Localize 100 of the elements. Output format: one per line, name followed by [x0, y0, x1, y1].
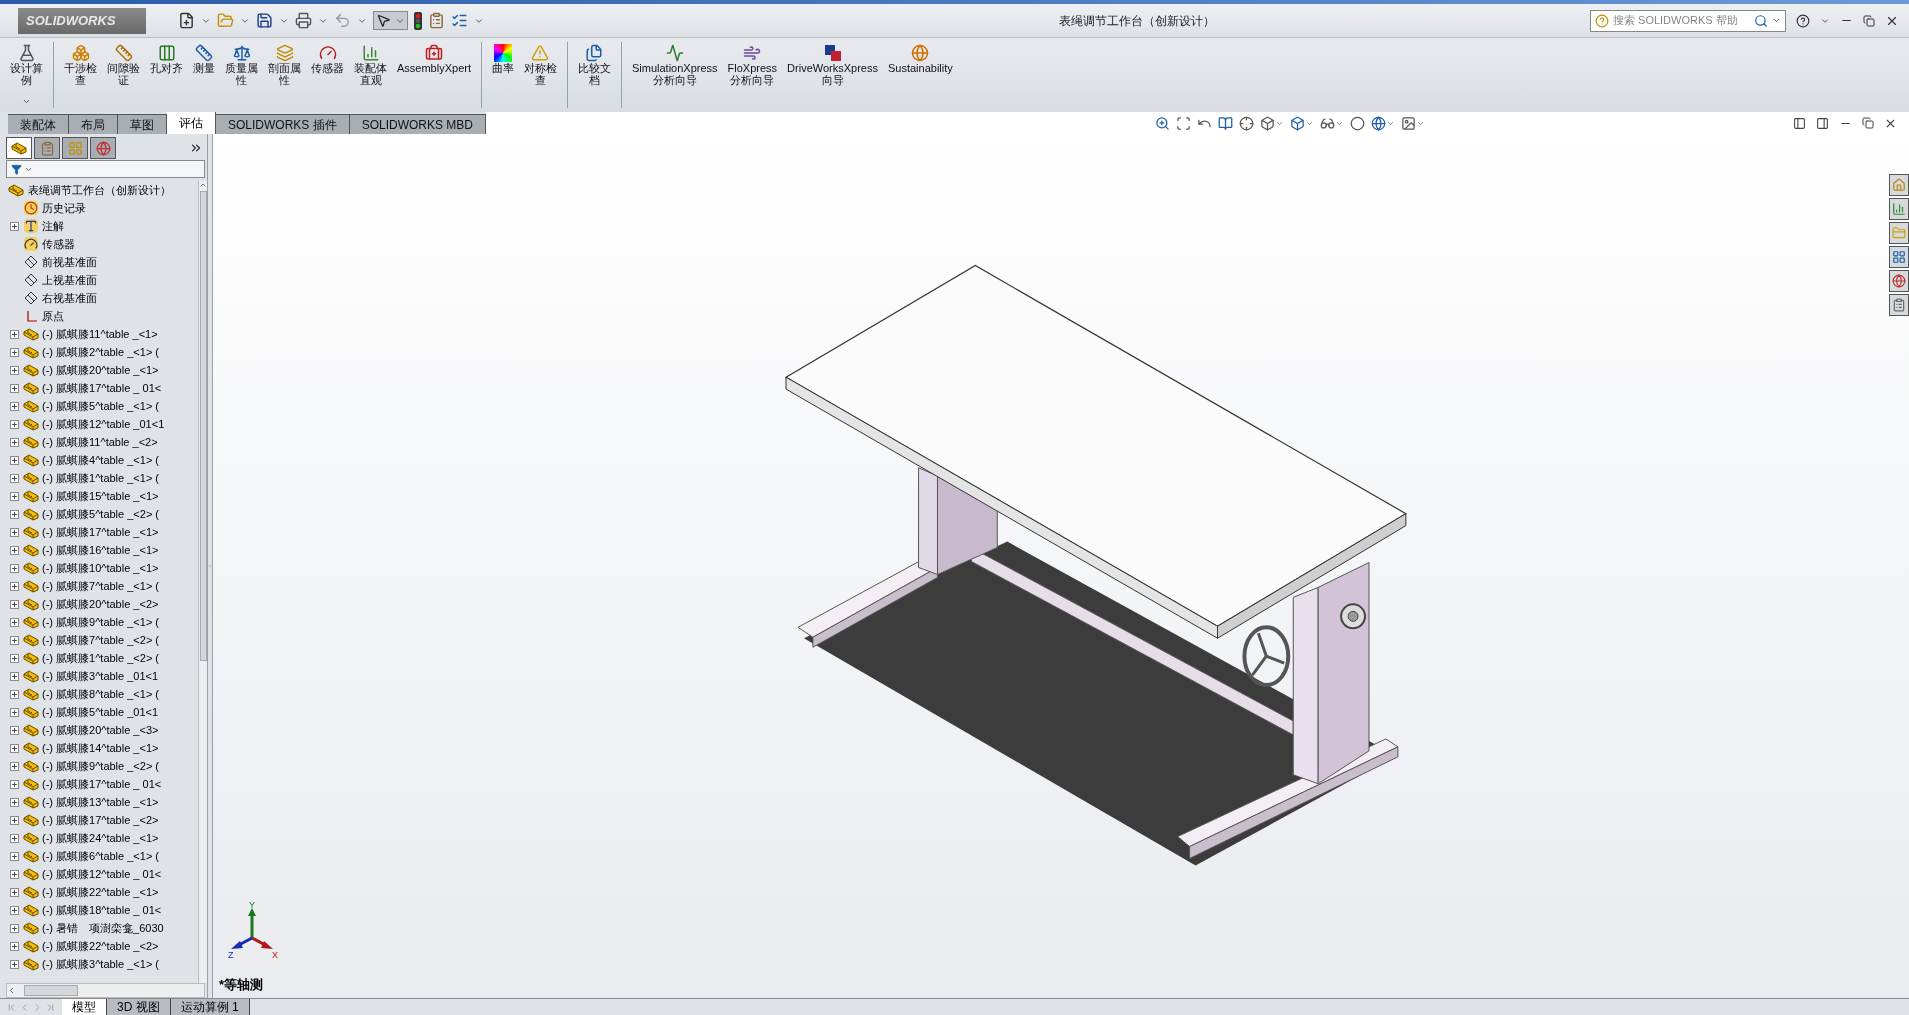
expand-toggle[interactable]	[9, 455, 19, 465]
expand-toggle[interactable]	[9, 851, 19, 861]
tab[interactable]: 模型	[62, 999, 107, 1015]
tree-item-label[interactable]: (-) 腻蜞膝5^table _01<1	[42, 703, 159, 721]
tree-item-label[interactable]: (-) 腻蜞膝17^table _<1>	[42, 523, 159, 541]
tree-item-label[interactable]: (-) 腻蜞膝8^table _<1> (	[42, 685, 160, 703]
tree-item-label[interactable]: (-) 腻蜞膝9^table _<2> (	[42, 757, 160, 775]
command-button[interactable]: AssemblyXpert	[393, 42, 475, 74]
panel-tab[interactable]	[6, 137, 32, 159]
cube-icon[interactable]	[1289, 115, 1305, 131]
expand-toggle[interactable]	[9, 563, 19, 573]
tree-item-label[interactable]: 右视基准面	[42, 289, 97, 307]
tree-item-label[interactable]: (-) 腻蜞膝3^table _01<1	[42, 667, 159, 685]
expand-toggle[interactable]	[9, 329, 19, 339]
expand-toggle[interactable]	[9, 869, 19, 879]
command-button[interactable]: 传感器	[307, 42, 348, 74]
command-button[interactable]: 剖面属 性	[264, 42, 305, 86]
tree-item-label[interactable]: (-) 腻蜞膝22^table _<1>	[42, 883, 159, 901]
tab[interactable]: 3D 视图	[107, 999, 171, 1015]
expand-toggle[interactable]	[9, 779, 19, 789]
expand-toggle[interactable]	[9, 509, 19, 519]
globe-icon[interactable]	[1370, 115, 1386, 131]
panel-tab[interactable]	[34, 137, 60, 159]
tree-item-label[interactable]: (-) 腻蜞膝1^table _<2> (	[42, 649, 160, 667]
book-icon[interactable]	[1217, 115, 1233, 131]
tree-item-label[interactable]: (-) 腻蜞膝6^table _<1> (	[42, 847, 160, 865]
expand-toggle[interactable]	[9, 419, 19, 429]
tree-item-label[interactable]: (-) 腻蜞膝12^table _01<1	[42, 415, 165, 433]
restore-icon[interactable]	[1862, 117, 1874, 129]
tree-item-label[interactable]: (-) 腻蜞膝18^table _ 01<	[42, 901, 162, 919]
tab[interactable]: SOLIDWORKS 插件	[216, 114, 350, 134]
traffic-light-icon[interactable]	[414, 11, 422, 30]
zoom-icon[interactable]	[1154, 115, 1170, 131]
tree-item-label[interactable]: (-) 腻蜞膝14^table _<1>	[42, 739, 159, 757]
expand-toggle[interactable]	[9, 545, 19, 555]
tree-item-label[interactable]: (-) 腻蜞膝20^table _<2>	[42, 595, 159, 613]
task-pane-tab[interactable]	[1889, 294, 1909, 316]
tab[interactable]: 运动算例 1	[170, 999, 250, 1015]
expand-toggle[interactable]	[9, 437, 19, 447]
tree-item-label[interactable]: (-) 腻蜞膝17^table _ 01<	[42, 775, 162, 793]
expand-toggle[interactable]	[9, 221, 19, 231]
expand-toggle[interactable]	[9, 761, 19, 771]
expand-toggle[interactable]	[9, 383, 19, 393]
cube-icon[interactable]	[1259, 115, 1275, 131]
expand-toggle[interactable]	[9, 581, 19, 591]
tree-item-label[interactable]: (-) 腻蜞膝11^table _<1>	[42, 325, 158, 343]
tree-item-label[interactable]: (-) 腻蜞膝12^table _ 01<	[42, 865, 162, 883]
command-button[interactable]: 对称检 查	[520, 42, 561, 86]
vertical-scrollbar[interactable]	[198, 181, 207, 983]
task-pane-tab[interactable]	[1889, 222, 1909, 244]
expand-panel-icon[interactable]	[189, 141, 203, 155]
horizontal-scrollbar[interactable]	[6, 983, 205, 998]
tree-item-label[interactable]: (-) 暑错 项澍栾龛_6030	[42, 919, 164, 937]
command-button[interactable]: 干涉检 查	[60, 42, 101, 86]
expand-toggle[interactable]	[9, 653, 19, 663]
tab[interactable]: 草图	[118, 114, 167, 134]
tree-item-label[interactable]: (-) 腻蜞膝9^table _<1> (	[42, 613, 160, 631]
expand-toggle[interactable]	[9, 941, 19, 951]
crosshair-icon[interactable]	[1238, 115, 1254, 131]
tree-item-label[interactable]: 传感器	[42, 235, 75, 253]
tree-item-label[interactable]: (-) 腻蜞膝20^table _<3>	[42, 721, 159, 739]
tree-item-label[interactable]: (-) 腻蜞膝11^table _<2>	[42, 433, 158, 451]
expand-toggle[interactable]	[9, 617, 19, 627]
panel-tab[interactable]	[90, 137, 116, 159]
tree-item-label[interactable]: (-) 腻蜞膝5^table _<2> (	[42, 505, 160, 523]
tree-item-label[interactable]: (-) 腻蜞膝5^table _<1> (	[42, 397, 160, 415]
clipboard-icon[interactable]	[428, 12, 445, 29]
tree-item-label[interactable]: (-) 腻蜞膝15^table _<1>	[42, 487, 159, 505]
expand-toggle[interactable]	[9, 491, 19, 501]
tree-item-label[interactable]: 原点	[42, 307, 64, 325]
expand-toggle[interactable]	[9, 527, 19, 537]
tree-item-label[interactable]: (-) 腻蜞膝22^table _<2>	[42, 937, 159, 955]
command-button[interactable]: 比较文 档	[574, 42, 615, 86]
task-pane-tab[interactable]	[1889, 270, 1909, 292]
command-button[interactable]: 间隙验 证	[103, 42, 144, 86]
tree-root-label[interactable]: 表绳调节工作台（创新设计）	[28, 181, 171, 199]
expand-toggle[interactable]	[9, 689, 19, 699]
tab[interactable]: 装配体	[8, 114, 69, 134]
expand-toggle[interactable]	[9, 905, 19, 915]
expand-toggle[interactable]	[9, 725, 19, 735]
tab[interactable]: 布局	[69, 114, 118, 134]
help-icon[interactable]	[1796, 13, 1810, 28]
task-pane-tab[interactable]	[1889, 198, 1909, 220]
tree-item-label[interactable]: (-) 腻蜞膝17^table _<2>	[42, 811, 159, 829]
command-button[interactable]: FloXpress 分析向导	[723, 42, 782, 86]
command-button[interactable]: Sustainability	[884, 42, 957, 74]
tree-item-label[interactable]: (-) 腻蜞膝10^table _<1>	[42, 559, 159, 577]
expand-toggle[interactable]	[9, 473, 19, 483]
tree-item-label[interactable]: 注解	[42, 217, 64, 235]
expand-toggle[interactable]	[9, 347, 19, 357]
expand-toggle[interactable]	[9, 743, 19, 753]
expand-toggle[interactable]	[9, 887, 19, 897]
tile-left-icon[interactable]	[1793, 116, 1806, 130]
expand-toggle[interactable]	[9, 401, 19, 411]
printer-icon[interactable]	[295, 12, 312, 29]
command-button[interactable]: 质量属 性	[221, 42, 262, 86]
tree-item-label[interactable]: (-) 腻蜞膝17^table _ 01<	[42, 379, 162, 397]
tree-item-label[interactable]: (-) 腻蜞膝3^table _<1> (	[42, 955, 160, 973]
tree-item-label[interactable]: (-) 腻蜞膝7^table _<2> (	[42, 631, 160, 649]
tree-item-label[interactable]: (-) 腻蜞膝7^table _<1> (	[42, 577, 160, 595]
